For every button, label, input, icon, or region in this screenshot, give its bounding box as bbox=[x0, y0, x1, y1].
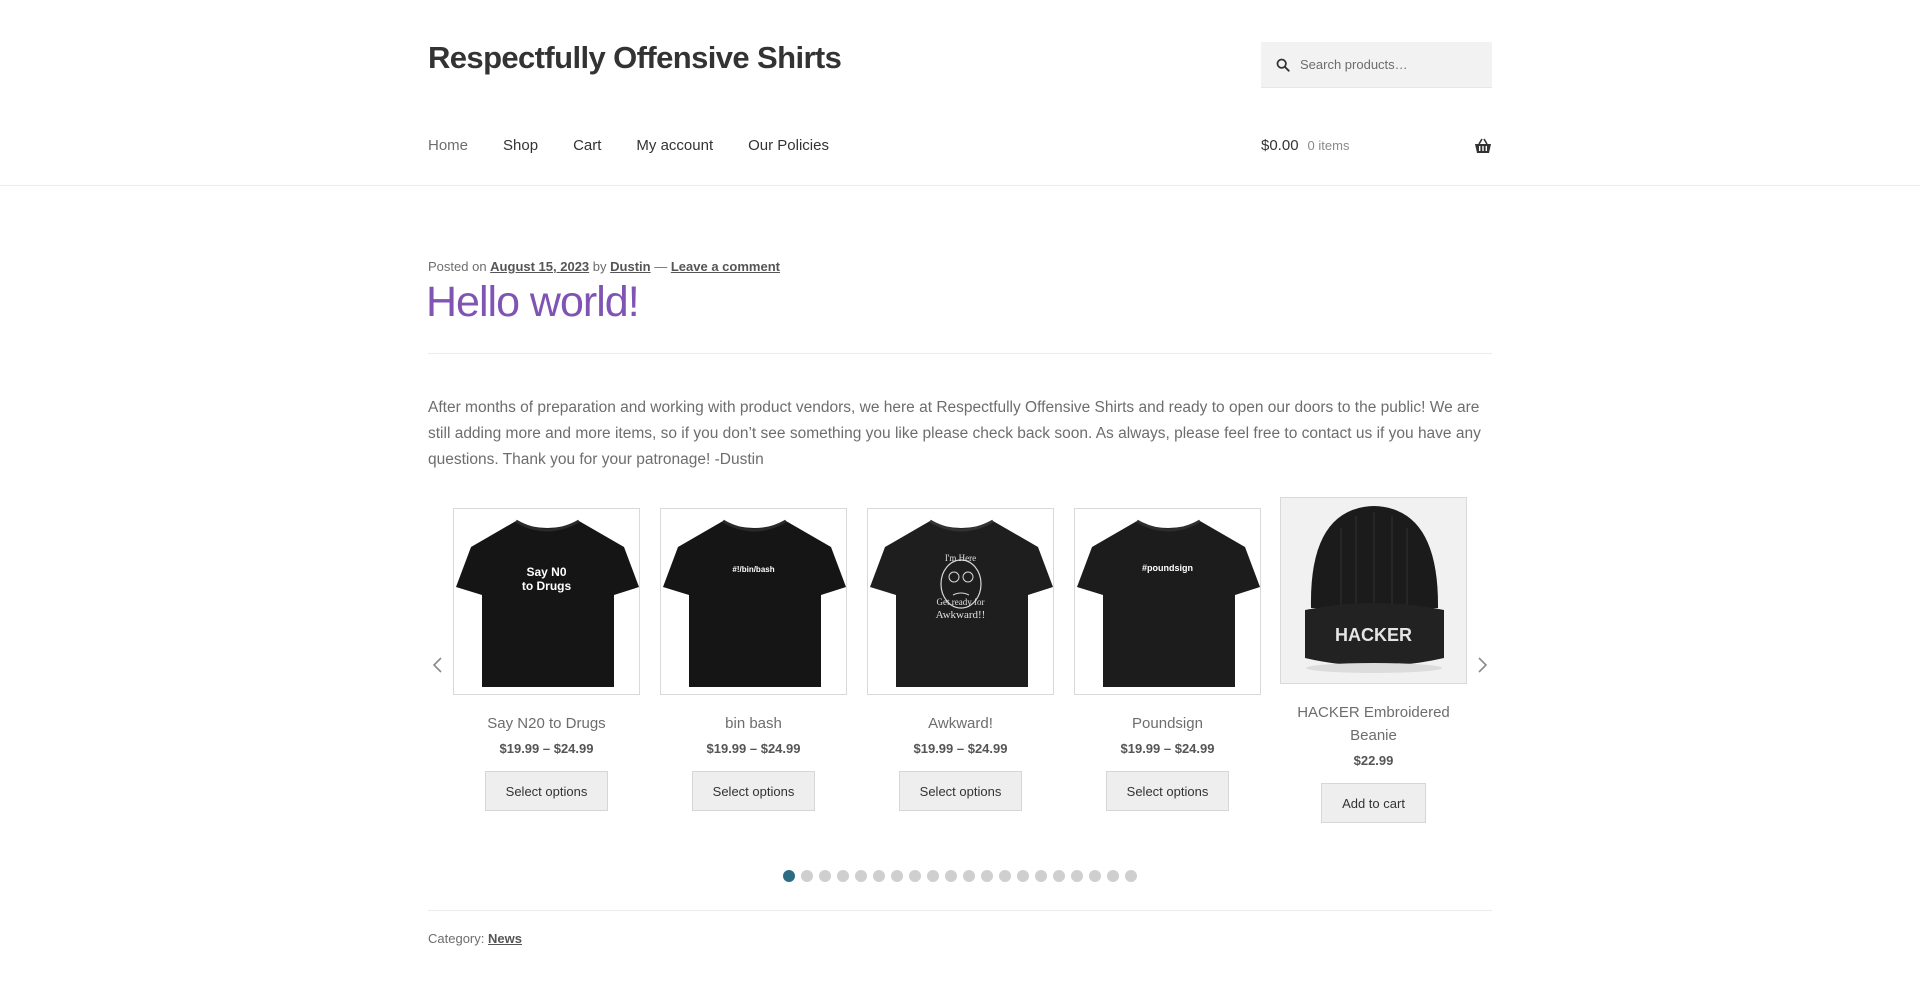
product-title[interactable]: Poundsign bbox=[1074, 712, 1261, 735]
carousel-dot[interactable] bbox=[801, 870, 813, 882]
post-category: Category: News bbox=[428, 931, 522, 946]
product-price: $22.99 bbox=[1353, 753, 1394, 768]
carousel-dot[interactable] bbox=[963, 870, 975, 882]
carousel-dot[interactable] bbox=[981, 870, 993, 882]
product-title[interactable]: bin bash bbox=[660, 712, 847, 735]
tshirt-print: #!/bin/bash bbox=[732, 565, 775, 574]
category-news-link[interactable]: News bbox=[488, 931, 522, 946]
beanie-print: HACKER bbox=[1334, 625, 1412, 645]
beanie-image bbox=[1305, 506, 1444, 673]
cart-item-count: 0 items bbox=[1307, 138, 1350, 153]
carousel-dot[interactable] bbox=[855, 870, 867, 882]
cart-amount: $0.00 bbox=[1261, 137, 1299, 154]
carousel-dot[interactable] bbox=[1053, 870, 1065, 882]
primary-navigation: Home Shop Cart My account Our Policies bbox=[428, 137, 864, 154]
nav-home[interactable]: Home bbox=[428, 137, 468, 154]
product-card: HACKER HACKER Embroidered Beanie $22.99 … bbox=[1280, 497, 1467, 823]
tshirt-image bbox=[1077, 519, 1260, 687]
tshirt-print: I'm Here Get ready for Awkward!! bbox=[935, 553, 986, 621]
post-meta: Posted on August 15, 2023 by Dustin — Le… bbox=[428, 259, 780, 274]
basket-icon bbox=[1475, 138, 1491, 153]
product-price: $19.99 – $24.99 bbox=[1120, 741, 1215, 756]
carousel-dot[interactable] bbox=[927, 870, 939, 882]
carousel-dot[interactable] bbox=[909, 870, 921, 882]
carousel-dot[interactable] bbox=[783, 870, 795, 882]
carousel-dot[interactable] bbox=[1125, 870, 1137, 882]
carousel-dot[interactable] bbox=[873, 870, 885, 882]
site-title[interactable]: Respectfully Offensive Shirts bbox=[428, 40, 842, 76]
posted-on-label: Posted on bbox=[428, 259, 487, 274]
carousel-dot[interactable] bbox=[999, 870, 1011, 882]
carousel-dot[interactable] bbox=[837, 870, 849, 882]
select-options-button[interactable]: Select options bbox=[484, 771, 609, 811]
search-input[interactable] bbox=[1300, 57, 1480, 72]
nav-shop[interactable]: Shop bbox=[503, 137, 538, 154]
product-card: #poundsign Poundsign $19.99 – $24.99 Sel… bbox=[1074, 508, 1261, 811]
product-price: $19.99 – $24.99 bbox=[913, 741, 1008, 756]
product-card: Say N0 to Drugs Say N20 to Drugs $19.99 … bbox=[453, 508, 640, 811]
carousel-dot[interactable] bbox=[891, 870, 903, 882]
header-cart[interactable]: $0.00 0 items bbox=[1261, 137, 1492, 154]
product-image[interactable]: #!/bin/bash bbox=[660, 508, 847, 695]
header-divider bbox=[0, 185, 1920, 186]
carousel-dot[interactable] bbox=[1017, 870, 1029, 882]
meta-separator: — bbox=[654, 259, 668, 274]
post-date-link[interactable]: August 15, 2023 bbox=[490, 259, 589, 274]
category-label: Category: bbox=[428, 931, 485, 946]
product-card: I'm Here Get ready for Awkward!! Awkward… bbox=[867, 508, 1054, 811]
carousel-dot[interactable] bbox=[1107, 870, 1119, 882]
product-price: $19.99 – $24.99 bbox=[499, 741, 594, 756]
select-options-button[interactable]: Select options bbox=[898, 771, 1023, 811]
product-image[interactable]: #poundsign bbox=[1074, 508, 1261, 695]
carousel-next-arrow[interactable] bbox=[1472, 655, 1492, 675]
title-divider bbox=[428, 353, 1492, 354]
leave-comment-link[interactable]: Leave a comment bbox=[671, 259, 780, 274]
nav-our-policies[interactable]: Our Policies bbox=[748, 137, 829, 154]
product-title[interactable]: Awkward! bbox=[867, 712, 1054, 735]
product-card: #!/bin/bash bin bash $19.99 – $24.99 Sel… bbox=[660, 508, 847, 811]
carousel-dot[interactable] bbox=[1035, 870, 1047, 882]
carousel-dot[interactable] bbox=[819, 870, 831, 882]
carousel-prev-arrow[interactable] bbox=[428, 655, 448, 675]
carousel-dot[interactable] bbox=[1089, 870, 1101, 882]
select-options-button[interactable]: Select options bbox=[691, 771, 816, 811]
add-to-cart-button[interactable]: Add to cart bbox=[1321, 783, 1426, 823]
product-title[interactable]: HACKER Embroidered Beanie bbox=[1280, 701, 1467, 747]
tshirt-print: Say N0 to Drugs bbox=[521, 565, 572, 593]
post-title[interactable]: Hello world! bbox=[426, 278, 640, 327]
product-image[interactable]: I'm Here Get ready for Awkward!! bbox=[867, 508, 1054, 695]
product-search[interactable] bbox=[1261, 42, 1492, 88]
product-price: $19.99 – $24.99 bbox=[706, 741, 801, 756]
carousel-pagination bbox=[783, 870, 1143, 882]
by-label: by bbox=[592, 259, 607, 274]
tshirt-image bbox=[456, 519, 639, 687]
post-footer-divider bbox=[428, 910, 1492, 911]
tshirt-image bbox=[663, 519, 846, 687]
nav-cart[interactable]: Cart bbox=[573, 137, 601, 154]
search-icon bbox=[1276, 58, 1290, 72]
carousel-dot[interactable] bbox=[1071, 870, 1083, 882]
author-link[interactable]: Dustin bbox=[610, 259, 650, 274]
product-title[interactable]: Say N20 to Drugs bbox=[453, 712, 640, 735]
product-image[interactable]: HACKER bbox=[1280, 497, 1467, 684]
carousel-dot[interactable] bbox=[945, 870, 957, 882]
post-content: After months of preparation and working … bbox=[428, 399, 1481, 468]
nav-my-account[interactable]: My account bbox=[636, 137, 713, 154]
product-image[interactable]: Say N0 to Drugs bbox=[453, 508, 640, 695]
tshirt-print: #poundsign bbox=[1142, 563, 1193, 573]
select-options-button[interactable]: Select options bbox=[1105, 771, 1230, 811]
